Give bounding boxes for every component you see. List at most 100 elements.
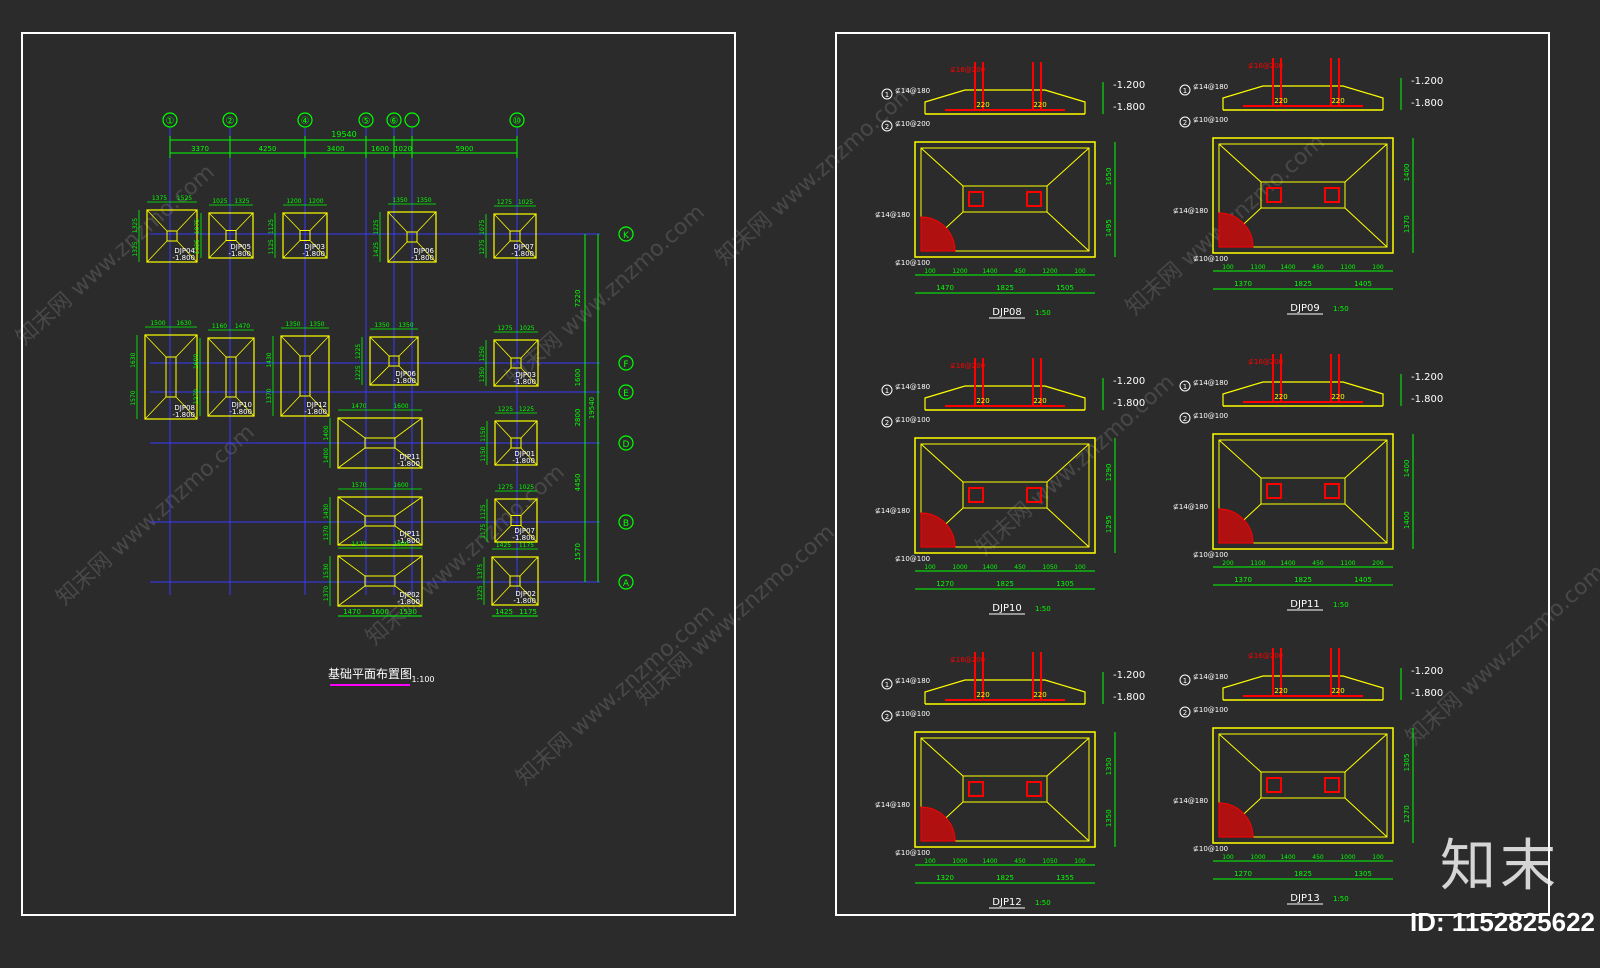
footing-dim-text: 1470 xyxy=(351,541,366,548)
detail-scale: 1:50 xyxy=(1333,895,1349,903)
footing-dim-text: 1350 xyxy=(392,197,407,204)
elevation-top: -1.200 xyxy=(1411,372,1443,383)
footing-dim-text: 1470 xyxy=(235,323,250,330)
footing-slope-line xyxy=(387,241,408,263)
rebar-label-top: ⊈16@200 xyxy=(950,656,985,664)
footing-dim-text: 1275 xyxy=(479,239,486,254)
rebar-label-base: ⊈10@100 xyxy=(1193,412,1228,420)
footing-dim-text: 1225 xyxy=(355,344,362,359)
footing-dim-text: 1150 xyxy=(480,446,487,461)
footing-dim-text: 1160 xyxy=(212,323,227,330)
slope-line xyxy=(1046,507,1090,548)
dim-text-detail: 1000 xyxy=(1340,854,1355,861)
plan-title: 基础平面布置图 xyxy=(328,667,412,681)
footing-slope-line xyxy=(491,585,511,606)
footing-dim-text: 1600 xyxy=(393,403,408,410)
dim-text-detail: 1825 xyxy=(1294,870,1312,878)
grid-label-column: ④ xyxy=(301,116,310,127)
slope-line xyxy=(920,443,964,483)
footing-djp05: DJP05-1.8001025 132510751325 xyxy=(194,198,254,259)
footing-elevation: -1.800 xyxy=(229,408,252,416)
watermark-text: 知末网 www.znzmo.com xyxy=(502,200,710,391)
detail-djp09: ⊈16@200 1 ⊈14@180 2 ⊈10@100 220 220 -1.200 -1.80… xyxy=(1173,58,1443,315)
footing-dim-text: 1200 xyxy=(286,198,301,205)
footing-dim-text: 1175 xyxy=(519,542,534,549)
rebar-label-base: ⊈10@100 xyxy=(895,416,930,424)
dim-text-vertical: 1495 xyxy=(1105,219,1113,237)
column-section xyxy=(1026,191,1042,207)
footing-dim-text: 1125 xyxy=(268,219,275,234)
footing-dim-text: 1400 xyxy=(323,425,330,440)
rebar-mesh-quadrant xyxy=(1218,508,1254,544)
rebar-label-side: ⊈14@180 xyxy=(895,87,930,95)
dim-text-detail: 100 xyxy=(924,858,936,865)
footing-dim-text: 1225 xyxy=(355,365,362,380)
rebar-mesh-quadrant xyxy=(920,806,956,842)
slope-line xyxy=(1046,211,1090,252)
rebar-label-top: ⊈16@200 xyxy=(1248,652,1283,660)
footing-slope-line xyxy=(394,417,423,439)
dim-text-detail: 1000 xyxy=(1250,854,1265,861)
footing-slope-line xyxy=(337,585,366,607)
slope-line xyxy=(1046,801,1090,842)
footing-slope-line xyxy=(337,417,366,439)
footing-slope-line xyxy=(519,213,537,232)
dim-text-detail: 450 xyxy=(1312,560,1324,567)
rebar-label-base: ⊈10@100 xyxy=(1193,706,1228,714)
detail-djp10: ⊈16@200 1 ⊈14@180 2 ⊈10@100 220 220 -1.200 -1.80… xyxy=(875,358,1145,615)
dim-text-detail: 1200 xyxy=(1042,268,1057,275)
footing-slope-line xyxy=(208,240,227,259)
column-zone xyxy=(1260,477,1346,505)
cad-drawing: 知末网 www.znzmo.com 知末网 www.znzmo.com知末网 ww… xyxy=(12,32,1600,916)
spacing-label: 220 xyxy=(1274,97,1287,105)
grid-label-row: E xyxy=(623,389,629,399)
spacing-label: 220 xyxy=(976,691,989,699)
dim-text-detail: 200 xyxy=(1222,560,1234,567)
dim-text-detail: 1400 xyxy=(1280,264,1295,271)
dim-text-detail: 1400 xyxy=(982,268,997,275)
dim-text-detail: 1400 xyxy=(1280,854,1295,861)
dim-text-row: 4450 xyxy=(574,474,582,492)
grid-label-column: ⑤ xyxy=(362,116,371,127)
footing-slope-line xyxy=(309,212,328,231)
callout-number: 1 xyxy=(885,681,889,689)
dim-text-column: 1020 xyxy=(394,145,412,153)
footing-column xyxy=(166,230,178,242)
rebar-label-base: ⊈10@100 xyxy=(895,710,930,718)
detail-scale: 1:50 xyxy=(1035,605,1051,613)
footing-dim-text: 1025 xyxy=(518,199,533,206)
slope-line xyxy=(1046,147,1090,187)
footing-slope-line xyxy=(520,420,538,439)
footing-elevation: -1.800 xyxy=(172,254,195,262)
dim-text-detail: 100 xyxy=(1074,268,1086,275)
callout-number: 2 xyxy=(885,713,889,721)
dim-text-vertical: 1370 xyxy=(1403,215,1411,233)
footing-dim-text: 1600 xyxy=(393,482,408,489)
spacing-label: 220 xyxy=(1331,97,1344,105)
footing-djp06: DJP06-1.8001350 135012251425 xyxy=(373,197,437,263)
footing-dim-text: 1500 xyxy=(150,320,165,327)
footing-dim-text: 1175 xyxy=(480,523,487,538)
column-section xyxy=(1266,483,1282,499)
footing-dim-text: 1350 xyxy=(479,367,486,382)
dim-text-detail: 450 xyxy=(1312,264,1324,271)
footing-dim-text: 1350 xyxy=(398,322,413,329)
footing-elevation: -1.800 xyxy=(304,408,327,416)
slope-line xyxy=(1218,733,1262,773)
dim-text-detail: 1370 xyxy=(1234,576,1252,584)
callout-number: 2 xyxy=(885,419,889,427)
dim-text-detail: 100 xyxy=(1074,564,1086,571)
grid-label-column: ⑩ xyxy=(513,116,522,127)
mesh-label-a: ⊈14@180 xyxy=(1173,503,1208,511)
dim-text-detail: 1050 xyxy=(1042,858,1057,865)
footing-slope-line xyxy=(493,339,512,359)
elevation-bottom: -1.800 xyxy=(1113,102,1145,113)
footing-slope-line xyxy=(394,496,423,517)
dim-text-bottom: 1425 xyxy=(495,608,513,616)
footing-dim-text: 1275 xyxy=(497,325,512,332)
footing-slope-line xyxy=(369,365,390,386)
footing-dim-text: 1075 xyxy=(194,219,201,234)
footing-column xyxy=(364,575,396,587)
column-zone xyxy=(1260,771,1346,799)
footing-slope-line xyxy=(144,396,167,420)
